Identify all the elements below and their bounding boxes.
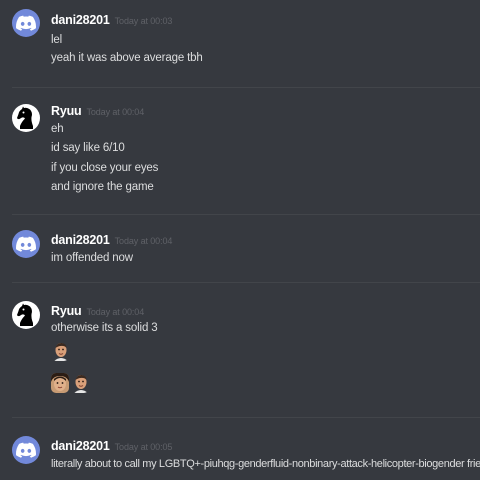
- message-text: literally about to call my LGBTQ+-piuhqg…: [51, 458, 480, 470]
- discord-logo-icon: [16, 236, 36, 252]
- discord-logo-icon: [16, 442, 36, 458]
- discord-logo-icon: [16, 15, 36, 31]
- user-avatar[interactable]: [12, 301, 40, 329]
- timestamp: Today at 00:04: [114, 236, 173, 246]
- custom-emoji[interactable]: [51, 373, 69, 393]
- user-avatar[interactable]: [12, 436, 40, 464]
- message-text: if you close your eyes: [51, 162, 159, 174]
- message-text: im offended now: [51, 252, 133, 264]
- message-group: Ryuu Today at 00:04 otherwise its a solid…: [0, 283, 480, 418]
- user-avatar[interactable]: [12, 104, 40, 132]
- face-emoji-icon: [71, 373, 89, 393]
- message-header: dani28201 Today at 00:05: [51, 437, 172, 453]
- message-group: dani28201 Today at 00:05 literally about …: [0, 418, 480, 480]
- message-text: eh: [51, 123, 64, 135]
- custom-emoji[interactable]: [71, 373, 89, 393]
- timestamp: Today at 00:05: [114, 442, 173, 452]
- username[interactable]: dani28201: [51, 13, 110, 27]
- knight-chess-piece-icon: [17, 106, 33, 129]
- face-emoji-icon: [51, 341, 69, 361]
- custom-emoji[interactable]: [51, 341, 69, 361]
- message-text: lel: [51, 34, 63, 46]
- message-header: dani28201 Today at 00:04: [51, 231, 172, 247]
- message-group: dani28201 Today at 00:04 im offended now: [0, 215, 480, 283]
- face-emoji-icon: [51, 373, 69, 393]
- user-avatar[interactable]: [12, 9, 40, 37]
- message-header: dani28201 Today at 00:03: [51, 11, 172, 27]
- message-text: yeah it was above average tbh: [51, 52, 203, 64]
- message-header: Ryuu Today at 00:04: [51, 102, 144, 118]
- timestamp: Today at 00:04: [86, 107, 145, 117]
- message-text: id say like 6/10: [51, 142, 125, 154]
- timestamp: Today at 00:04: [86, 307, 145, 317]
- username[interactable]: dani28201: [51, 233, 110, 247]
- message-group: Ryuu Today at 00:04 eh id say like 6/10 i…: [0, 88, 480, 216]
- message-group: dani28201 Today at 00:03 lel yeah it was …: [0, 0, 480, 88]
- knight-chess-piece-icon: [17, 303, 33, 326]
- user-avatar[interactable]: [12, 230, 40, 258]
- message-header: Ryuu Today at 00:04: [51, 302, 144, 318]
- username[interactable]: Ryuu: [51, 104, 82, 118]
- username[interactable]: Ryuu: [51, 304, 82, 318]
- message-text: and ignore the game: [51, 181, 154, 193]
- timestamp: Today at 00:03: [114, 16, 173, 26]
- username[interactable]: dani28201: [51, 439, 110, 453]
- message-text: otherwise its a solid 3: [51, 322, 158, 334]
